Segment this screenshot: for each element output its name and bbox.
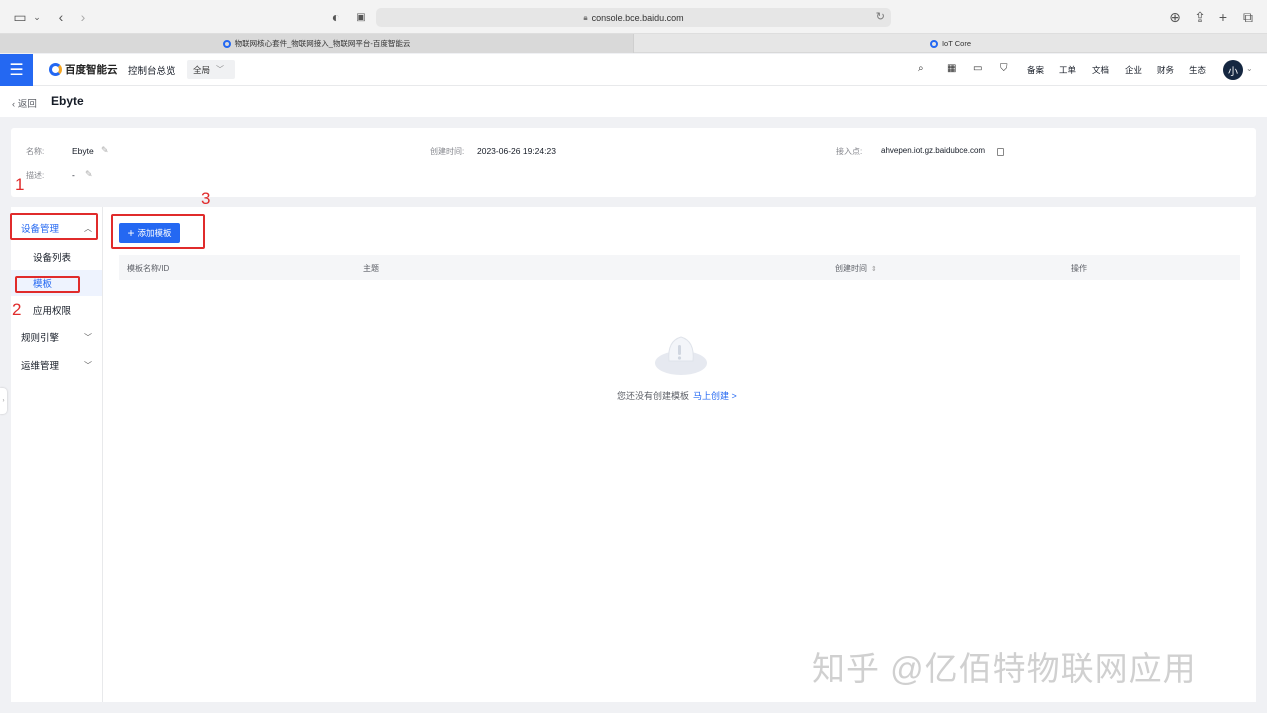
empty-state-illustration	[655, 336, 707, 375]
annotation-box-1	[10, 213, 98, 240]
column-template-name: 模板名称/ID	[127, 264, 170, 273]
nav-beian[interactable]: 备案	[1027, 64, 1044, 76]
empty-state-text: 您还没有创建模板 马上创建 >	[617, 391, 737, 401]
sort-icon[interactable]: ⇕	[871, 266, 877, 273]
name-value: Ebyte	[72, 146, 94, 156]
chevron-down-icon[interactable]: ⌄	[1246, 64, 1253, 73]
chevron-down-icon: ﹀	[84, 360, 92, 370]
main-panel: 设备管理 ︿ 设备列表 模板 应用权限 规则引擎 ﹀ 运维管理 ﹀ + 添加模板…	[11, 207, 1256, 702]
annotation-box-3	[111, 214, 205, 249]
chevron-down-icon: ﹀	[216, 65, 225, 74]
tab-iot-core[interactable]: IoT Core	[634, 34, 1267, 53]
chevron-down-icon[interactable]: ⌄	[32, 8, 42, 26]
column-topic: 主题	[363, 264, 379, 273]
nav-ecosystem[interactable]: 生态	[1189, 64, 1206, 76]
edit-icon[interactable]: ✎	[101, 145, 109, 156]
created-label: 创建时间:	[430, 147, 465, 156]
baidu-cloud-icon	[222, 39, 231, 48]
annotation-number-3: 3	[201, 189, 211, 208]
annotation-number-2: 2	[12, 300, 22, 319]
qrcode-icon[interactable]: ▦	[947, 63, 956, 74]
column-created-time[interactable]: 创建时间 ⇕	[835, 263, 877, 274]
table-header: 模板名称/ID 主题 创建时间 ⇕ 操作	[119, 255, 1240, 280]
new-tab-icon[interactable]: +	[1217, 8, 1229, 26]
column-actions: 操作	[1071, 264, 1087, 273]
nav-enterprise[interactable]: 企业	[1125, 64, 1142, 76]
cart-icon[interactable]: ⛉	[1000, 63, 1008, 74]
nav-docs[interactable]: 文档	[1092, 64, 1109, 76]
tab-iot-kit[interactable]: 物联网核心套件_物联网接入_物联网平台-百度智能云	[0, 34, 634, 53]
tab-overview-icon[interactable]: ⧉	[1241, 8, 1255, 26]
logo[interactable]: 百度智能云	[49, 62, 118, 77]
desc-label: 描述:	[26, 171, 45, 180]
sidebar-toggle-icon[interactable]: ▭	[12, 8, 28, 26]
nav-ticket[interactable]: 工单	[1059, 64, 1076, 76]
lock-icon: 🔒︎	[583, 12, 588, 22]
watermark: 知乎 @亿佰特物联网应用	[812, 650, 1197, 687]
expand-handle-icon[interactable]: ›	[0, 388, 7, 414]
menu-icon[interactable]: ☰	[0, 54, 33, 86]
desc-value: -	[72, 170, 75, 180]
reload-icon[interactable]: ↻	[876, 10, 885, 23]
page-title: Ebyte	[51, 94, 84, 108]
share-icon[interactable]: ⇪	[1193, 8, 1207, 26]
message-icon[interactable]: ▭	[973, 63, 982, 74]
page-header: ‹ 返回 Ebyte	[0, 86, 1267, 117]
notion-icon[interactable]: ▣	[355, 8, 367, 26]
sidebar-item-app-permission[interactable]: 应用权限	[11, 297, 102, 323]
nav-finance[interactable]: 财务	[1157, 64, 1174, 76]
baidu-cloud-logo-icon	[49, 63, 62, 76]
app-header: ☰ 百度智能云 控制台总览 全局 ﹀ ⌕ ▦ ▭ ⛉ 备案 工单 文档 企业 财…	[0, 54, 1267, 86]
annotation-number-1: 1	[15, 175, 25, 194]
endpoint-label: 接入点:	[836, 147, 863, 156]
edit-icon[interactable]: ✎	[85, 169, 93, 180]
tab-bar: 物联网核心套件_物联网接入_物联网平台-百度智能云 IoT Core	[0, 34, 1267, 53]
browser-toolbar: ▭ ⌄ ‹ › ◐ ▣ 🔒︎ console.bce.baidu.com ↻ ⊕…	[0, 0, 1267, 34]
back-button[interactable]: ‹ 返回	[12, 96, 37, 110]
region-select[interactable]: 全局 ﹀	[187, 60, 235, 79]
info-card: 名称: Ebyte ✎ 描述: - ✎ 创建时间: 2023-06-26 19:…	[11, 128, 1256, 197]
address-bar[interactable]: 🔒︎ console.bce.baidu.com ↻	[376, 8, 891, 27]
name-label: 名称:	[26, 147, 45, 156]
copy-icon[interactable]	[997, 148, 1004, 156]
url-text: console.bce.baidu.com	[591, 12, 684, 23]
sidebar-group-rule-engine[interactable]: 规则引擎 ﹀	[11, 324, 102, 350]
annotation-box-2	[15, 276, 80, 293]
download-icon[interactable]: ⊕	[1168, 8, 1182, 26]
sidebar-group-ops-mgmt[interactable]: 运维管理 ﹀	[11, 352, 102, 378]
baidu-cloud-icon	[929, 39, 938, 48]
forward-arrow-icon[interactable]: ›	[77, 8, 89, 26]
console-overview-link[interactable]: 控制台总览	[128, 63, 176, 77]
search-icon[interactable]: ⌕	[918, 63, 924, 74]
create-now-link[interactable]: 马上创建 >	[693, 391, 737, 401]
created-value: 2023-06-26 19:24:23	[477, 146, 556, 156]
chevron-down-icon: ﹀	[84, 332, 92, 342]
back-arrow-icon[interactable]: ‹	[55, 8, 67, 26]
sidebar-item-device-list[interactable]: 设备列表	[11, 244, 102, 270]
endpoint-value: ahvepen.iot.gz.baidubce.com	[881, 146, 986, 155]
shield-icon[interactable]: ◐	[330, 8, 342, 26]
avatar[interactable]: 小	[1223, 60, 1243, 80]
